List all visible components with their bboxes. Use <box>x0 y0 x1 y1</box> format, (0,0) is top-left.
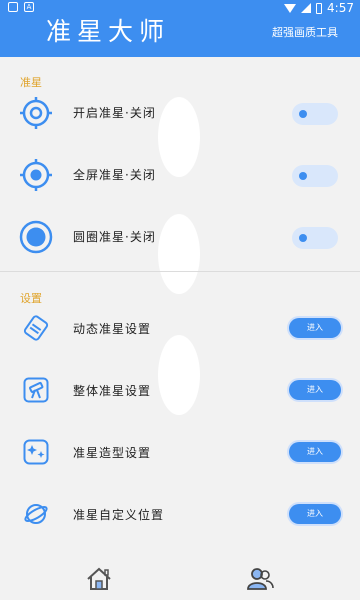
toggle-knob <box>299 172 307 180</box>
bottom-nav <box>0 560 360 600</box>
toggle-open-crosshair[interactable] <box>292 103 338 125</box>
row-crosshair-shape-settings[interactable]: 准星造型设置 进入 <box>0 434 360 490</box>
row-circle-crosshair: 圆圈准星·关闭 <box>0 212 360 268</box>
section-divider <box>0 271 360 272</box>
signal-icon <box>301 3 312 13</box>
crosshair-ring-icon <box>19 96 53 130</box>
enter-button-shape[interactable]: 进入 <box>289 442 341 462</box>
status-time: 4:57 <box>327 1 354 15</box>
row-label: 开启准星·关闭 <box>73 106 156 120</box>
toggle-circle-crosshair[interactable] <box>292 227 338 249</box>
sparkle-shape-icon <box>23 439 49 465</box>
users-icon[interactable] <box>246 566 274 592</box>
row-label: 准星造型设置 <box>73 446 152 460</box>
home-icon[interactable] <box>85 566 113 592</box>
row-dynamic-crosshair-settings[interactable]: 动态准星设置 进入 <box>0 310 360 366</box>
row-fullscreen-crosshair: 全屏准星·关闭 <box>0 150 360 206</box>
enter-button-dynamic[interactable]: 进入 <box>289 318 341 338</box>
telescope-icon <box>23 377 49 403</box>
row-custom-position-settings[interactable]: 准星自定义位置 进入 <box>0 496 360 552</box>
app-header: A 4:57 准星大师 超强画质工具 <box>0 0 360 57</box>
row-label: 整体准星设置 <box>73 384 152 398</box>
section-label-settings: 设置 <box>20 292 42 305</box>
row-label: 准星自定义位置 <box>73 508 165 522</box>
row-open-crosshair: 开启准星·关闭 <box>0 88 360 144</box>
page-title: 准星大师 <box>46 17 171 46</box>
image-icon <box>8 2 18 12</box>
planet-position-icon <box>23 501 49 527</box>
page-subtitle: 超强画质工具 <box>272 26 338 39</box>
wifi-icon <box>284 3 297 13</box>
text-a-icon: A <box>24 2 34 12</box>
crosshair-fullscreen-icon <box>19 158 53 192</box>
dynamic-crosshair-icon <box>23 315 49 341</box>
enter-button-overall[interactable]: 进入 <box>289 380 341 400</box>
toggle-knob <box>299 234 307 242</box>
row-label: 圆圈准星·关闭 <box>73 230 156 244</box>
circle-crosshair-icon <box>19 220 53 254</box>
row-label: 全屏准星·关闭 <box>73 168 156 182</box>
enter-button-position[interactable]: 进入 <box>289 504 341 524</box>
battery-icon <box>316 2 323 14</box>
row-label: 动态准星设置 <box>73 322 152 336</box>
toggle-knob <box>299 110 307 118</box>
toggle-fullscreen-crosshair[interactable] <box>292 165 338 187</box>
row-overall-crosshair-settings[interactable]: 整体准星设置 进入 <box>0 372 360 428</box>
